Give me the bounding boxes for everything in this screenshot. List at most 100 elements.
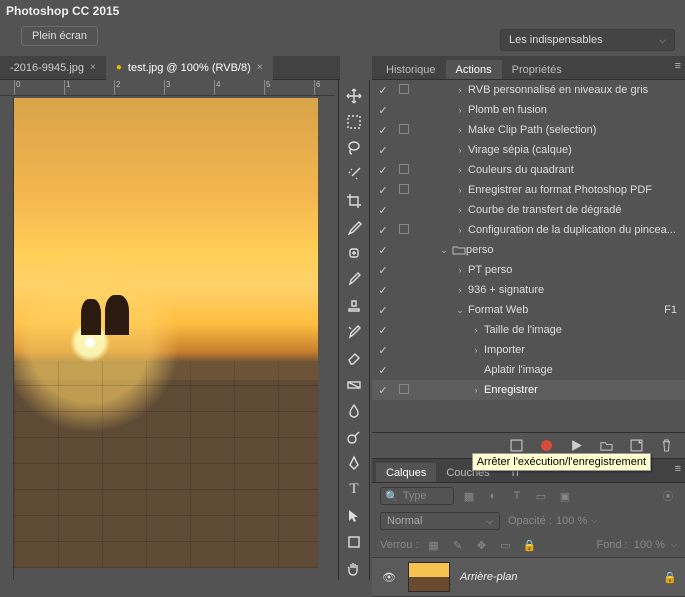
panel-menu-icon[interactable]: ≡ <box>675 463 681 475</box>
action-checkmark[interactable]: ✓ <box>372 244 394 257</box>
ruler-vertical[interactable] <box>0 96 14 580</box>
layer-row[interactable]: 👁 Arrière-plan 🔒 <box>372 557 685 597</box>
fill-value[interactable]: 100 % <box>634 539 665 551</box>
marquee-tool-icon[interactable] <box>342 110 366 133</box>
dodge-tool-icon[interactable] <box>342 425 366 448</box>
action-row[interactable]: ✓›Importer <box>372 340 685 360</box>
tab-actions[interactable]: Actions <box>446 60 502 79</box>
pen-tool-icon[interactable] <box>342 452 366 475</box>
layer-name[interactable]: Arrière-plan <box>460 571 653 583</box>
lock-icon[interactable]: 🔒 <box>663 571 677 584</box>
workspace-dropdown[interactable]: Les indispensables ⌵ <box>500 29 675 51</box>
blend-mode-dropdown[interactable]: Normal ⌵ <box>380 512 500 530</box>
action-checkmark[interactable]: ✓ <box>372 124 394 137</box>
visibility-toggle-icon[interactable]: 👁 <box>380 571 398 584</box>
action-checkmark[interactable]: ✓ <box>372 84 394 97</box>
crop-tool-icon[interactable] <box>342 189 366 212</box>
hand-tool-icon[interactable] <box>342 557 366 580</box>
stamp-tool-icon[interactable] <box>342 294 366 317</box>
expand-toggle-icon[interactable]: ⌄ <box>452 305 468 316</box>
history-brush-tool-icon[interactable] <box>342 320 366 343</box>
gradient-tool-icon[interactable] <box>342 373 366 396</box>
action-checkmark[interactable]: ✓ <box>372 284 394 297</box>
layer-filter-dropdown[interactable]: 🔍 Type <box>380 487 454 505</box>
lasso-tool-icon[interactable] <box>342 137 366 160</box>
filter-toggle[interactable]: ⦿ <box>659 487 677 505</box>
action-dialog-toggle[interactable] <box>394 84 414 97</box>
lock-all-icon[interactable]: 🔒 <box>521 536 539 554</box>
action-row[interactable]: ✓›Taille de l'image <box>372 320 685 340</box>
filter-adjust-icon[interactable]: ◐ <box>484 487 502 505</box>
action-checkmark[interactable]: ✓ <box>372 324 394 337</box>
action-row[interactable]: ✓⌄ perso <box>372 240 685 260</box>
action-checkmark[interactable]: ✓ <box>372 344 394 357</box>
action-row[interactable]: ✓›Couleurs du quadrant <box>372 160 685 180</box>
filter-smart-icon[interactable]: ▣ <box>556 487 574 505</box>
expand-toggle-icon[interactable]: › <box>452 205 468 215</box>
tab-properties[interactable]: Propriétés <box>502 60 572 79</box>
action-dialog-toggle[interactable] <box>394 384 414 397</box>
expand-toggle-icon[interactable]: › <box>452 165 468 175</box>
expand-toggle-icon[interactable]: › <box>468 345 484 355</box>
expand-toggle-icon[interactable]: › <box>452 145 468 155</box>
type-tool-icon[interactable]: T <box>342 478 366 501</box>
expand-toggle-icon[interactable]: › <box>452 185 468 195</box>
action-row[interactable]: ✓›PT perso <box>372 260 685 280</box>
new-set-button[interactable] <box>599 439 613 453</box>
action-checkmark[interactable]: ✓ <box>372 364 394 377</box>
tab-history[interactable]: Historique <box>376 60 446 79</box>
action-row[interactable]: ✓›Configuration de la duplication du pin… <box>372 220 685 240</box>
action-row[interactable]: ✓›Make Clip Path (selection) <box>372 120 685 140</box>
layer-thumbnail[interactable] <box>408 562 450 592</box>
action-row[interactable]: ✓›Enregistrer <box>372 380 685 400</box>
expand-toggle-icon[interactable]: › <box>452 125 468 135</box>
opacity-value[interactable]: 100 % <box>556 515 587 527</box>
lock-artboard-icon[interactable]: ▭ <box>497 536 515 554</box>
new-action-button[interactable] <box>629 439 643 453</box>
eyedropper-tool-icon[interactable] <box>342 215 366 238</box>
expand-toggle-icon[interactable]: › <box>468 325 484 335</box>
action-checkmark[interactable]: ✓ <box>372 304 394 317</box>
stop-button[interactable] <box>509 439 523 453</box>
action-checkmark[interactable]: ✓ <box>372 224 394 237</box>
record-button[interactable] <box>539 439 553 453</box>
action-row[interactable]: ✓›RVB personnalisé en niveaux de gris <box>372 80 685 100</box>
fullscreen-button[interactable]: Plein écran <box>21 26 98 46</box>
action-dialog-toggle[interactable] <box>394 184 414 197</box>
action-dialog-toggle[interactable] <box>394 164 414 177</box>
healing-tool-icon[interactable] <box>342 242 366 265</box>
action-row[interactable]: ✓Aplatir l'image <box>372 360 685 380</box>
move-tool-icon[interactable] <box>342 84 366 107</box>
action-checkmark[interactable]: ✓ <box>372 144 394 157</box>
action-row[interactable]: ✓›Enregistrer au format Photoshop PDF <box>372 180 685 200</box>
ruler-horizontal[interactable]: 0123456 <box>0 80 335 96</box>
expand-toggle-icon[interactable]: › <box>468 385 484 395</box>
expand-toggle-icon[interactable]: ⌄ <box>436 245 452 256</box>
action-checkmark[interactable]: ✓ <box>372 204 394 217</box>
trash-button[interactable] <box>659 439 673 453</box>
expand-toggle-icon[interactable]: › <box>452 265 468 275</box>
action-row[interactable]: ✓⌄Format WebF1 <box>372 300 685 320</box>
actions-list[interactable]: ✓›RVB personnalisé en niveaux de gris✓›P… <box>372 80 685 432</box>
blur-tool-icon[interactable] <box>342 399 366 422</box>
tab-layers[interactable]: Calques <box>376 463 436 482</box>
eraser-tool-icon[interactable] <box>342 347 366 370</box>
wand-tool-icon[interactable] <box>342 163 366 186</box>
action-row[interactable]: ✓›Virage sépia (calque) <box>372 140 685 160</box>
document-canvas[interactable] <box>14 98 318 568</box>
play-button[interactable] <box>569 439 583 453</box>
document-tab[interactable]: ● test.jpg @ 100% (RVB/8) × <box>106 56 273 80</box>
expand-toggle-icon[interactable]: › <box>452 105 468 115</box>
action-checkmark[interactable]: ✓ <box>372 184 394 197</box>
action-checkmark[interactable]: ✓ <box>372 164 394 177</box>
filter-shape-icon[interactable]: ▭ <box>532 487 550 505</box>
document-tab[interactable]: -2016-9945.jpg × <box>0 56 106 80</box>
close-icon[interactable]: × <box>257 62 263 73</box>
expand-toggle-icon[interactable]: › <box>452 225 468 235</box>
expand-toggle-icon[interactable]: › <box>452 85 468 95</box>
expand-toggle-icon[interactable]: › <box>452 285 468 295</box>
shape-tool-icon[interactable] <box>342 531 366 554</box>
action-dialog-toggle[interactable] <box>394 124 414 137</box>
action-row[interactable]: ✓›936 + signature <box>372 280 685 300</box>
lock-position-icon[interactable]: ✥ <box>473 536 491 554</box>
